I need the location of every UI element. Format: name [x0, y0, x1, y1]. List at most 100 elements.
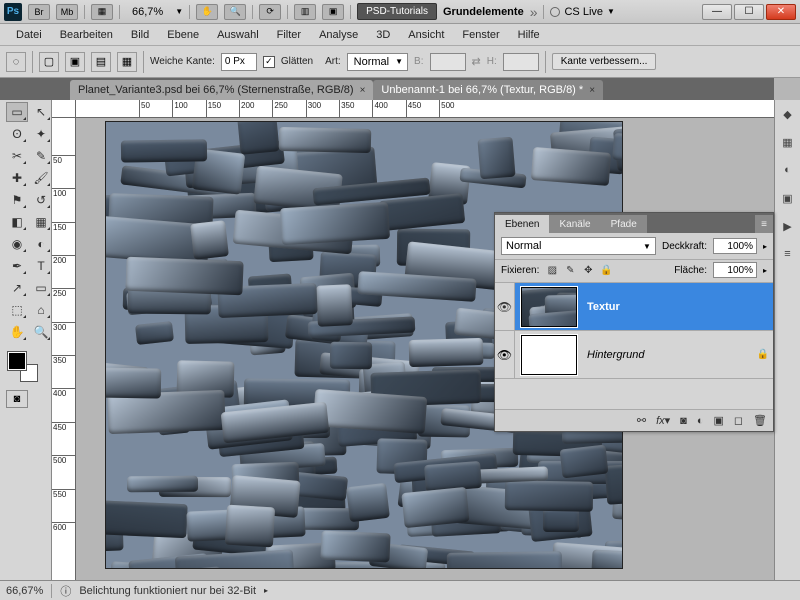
- sel-sub-icon[interactable]: ▤: [91, 52, 111, 72]
- heal-tool-icon[interactable]: ✚: [6, 168, 28, 188]
- history-brush-tool-icon[interactable]: ↺: [30, 190, 52, 210]
- minimize-button[interactable]: —: [702, 4, 732, 20]
- flyout-icon[interactable]: ▸: [763, 242, 767, 251]
- eyedropper-tool-icon[interactable]: ✎: [30, 146, 52, 166]
- cs-live-button[interactable]: CS Live ▼: [550, 6, 614, 18]
- zoom-tool-icon[interactable]: 🔍: [30, 322, 52, 342]
- ruler-vertical[interactable]: 50100150200250300350400450500550600: [52, 118, 76, 580]
- menu-hilfe[interactable]: Hilfe: [510, 27, 548, 43]
- actions-panel-icon[interactable]: ▶: [778, 216, 798, 236]
- screenmode-button[interactable]: ▣: [322, 4, 344, 20]
- menu-bearbeiten[interactable]: Bearbeiten: [52, 27, 121, 43]
- flyout-icon[interactable]: ▸: [763, 266, 767, 275]
- gradient-tool-icon[interactable]: ▦: [30, 212, 52, 232]
- layer-fx-icon[interactable]: fx▾: [656, 414, 670, 427]
- menu-analyse[interactable]: Analyse: [311, 27, 366, 43]
- rotate-button[interactable]: ⟳: [259, 4, 281, 20]
- lock-position-icon[interactable]: ✥: [581, 263, 595, 277]
- path-tool-icon[interactable]: ↗: [6, 278, 28, 298]
- dodge-tool-icon[interactable]: ◐: [30, 234, 52, 254]
- layer-name[interactable]: Textur: [583, 301, 773, 313]
- refine-edge-button[interactable]: Kante verbessern...: [552, 53, 657, 70]
- lock-pixels-icon[interactable]: ✎: [563, 263, 577, 277]
- group-icon[interactable]: ▣: [713, 414, 723, 427]
- layer-row-textur[interactable]: 👁 Textur: [495, 283, 773, 331]
- 3d-tool-icon[interactable]: ⬚: [6, 300, 28, 320]
- menu-3d[interactable]: 3D: [368, 27, 398, 43]
- swatches-panel-icon[interactable]: ▦: [778, 132, 798, 152]
- maximize-button[interactable]: ☐: [734, 4, 764, 20]
- styles-panel-icon[interactable]: ▣: [778, 188, 798, 208]
- document-tab-1[interactable]: Planet_Variante3.psd bei 66,7% (Sternens…: [70, 80, 373, 100]
- close-icon[interactable]: ×: [360, 85, 366, 96]
- menu-ebene[interactable]: Ebene: [159, 27, 207, 43]
- tab-pfade[interactable]: Pfade: [601, 215, 647, 233]
- quickselect-tool-icon[interactable]: ✦: [30, 124, 52, 144]
- zoom-button[interactable]: 🔍: [224, 4, 246, 20]
- quickmask-button[interactable]: ◙: [6, 390, 28, 408]
- layer-mask-icon[interactable]: ◙: [680, 415, 687, 427]
- document-tab-2[interactable]: Unbenannt-1 bei 66,7% (Textur, RGB/8) * …: [373, 80, 603, 100]
- link-layers-icon[interactable]: ⚯: [637, 414, 646, 427]
- antialias-checkbox[interactable]: ✓: [263, 56, 275, 68]
- current-tool-icon[interactable]: ◌: [6, 52, 26, 72]
- visibility-toggle-icon[interactable]: 👁: [495, 331, 515, 378]
- sel-add-icon[interactable]: ▣: [65, 52, 85, 72]
- history-panel-icon[interactable]: ≡: [778, 244, 798, 264]
- adjustments-panel-icon[interactable]: ◐: [778, 160, 798, 180]
- hand-tool-icon[interactable]: ✋: [6, 322, 28, 342]
- fill-input[interactable]: 100%: [713, 262, 757, 278]
- type-tool-icon[interactable]: T: [30, 256, 52, 276]
- zoom-level[interactable]: 66,7%: [126, 6, 169, 18]
- status-zoom[interactable]: 66,67%: [6, 585, 43, 597]
- sel-intersect-icon[interactable]: ▦: [117, 52, 137, 72]
- lock-all-icon[interactable]: 🔒: [599, 263, 613, 277]
- tab-ebenen[interactable]: Ebenen: [495, 215, 549, 233]
- info-icon[interactable]: ⓘ: [60, 583, 71, 599]
- menu-bild[interactable]: Bild: [123, 27, 157, 43]
- menu-ansicht[interactable]: Ansicht: [400, 27, 452, 43]
- new-layer-icon[interactable]: ◻: [734, 414, 743, 427]
- panel-menu-icon[interactable]: ≡: [755, 215, 773, 233]
- tab-kanale[interactable]: Kanäle: [549, 215, 600, 233]
- color-swatches[interactable]: [6, 350, 40, 384]
- opacity-input[interactable]: 100%: [713, 238, 757, 254]
- layer-thumbnail[interactable]: [521, 335, 577, 375]
- menu-filter[interactable]: Filter: [269, 27, 309, 43]
- ruler-origin[interactable]: [52, 100, 76, 118]
- stamp-tool-icon[interactable]: ⚑: [6, 190, 28, 210]
- menu-fenster[interactable]: Fenster: [454, 27, 507, 43]
- delete-layer-icon[interactable]: 🗑: [753, 414, 767, 427]
- bridge-button[interactable]: Br: [28, 4, 50, 20]
- blend-mode-select[interactable]: Normal ▼: [501, 237, 656, 255]
- ruler-horizontal[interactable]: 50100150200250300350400450500: [76, 100, 774, 118]
- visibility-toggle-icon[interactable]: 👁: [495, 283, 515, 330]
- crop-tool-icon[interactable]: ✂: [6, 146, 28, 166]
- blur-tool-icon[interactable]: ◉: [6, 234, 28, 254]
- close-button[interactable]: ✕: [766, 4, 796, 20]
- adjustment-layer-icon[interactable]: ◐: [697, 415, 704, 427]
- menu-datei[interactable]: Datei: [8, 27, 50, 43]
- psd-tutorials-button[interactable]: PSD-Tutorials: [357, 3, 437, 20]
- close-icon[interactable]: ×: [589, 85, 595, 96]
- layer-thumbnail[interactable]: [521, 287, 577, 327]
- color-panel-icon[interactable]: ◆: [778, 104, 798, 124]
- hand-button[interactable]: ✋: [196, 4, 218, 20]
- sel-new-icon[interactable]: ▢: [39, 52, 59, 72]
- 3dcam-tool-icon[interactable]: ⌂: [30, 300, 52, 320]
- feather-input[interactable]: 0 Px: [221, 53, 257, 71]
- marquee-tool-icon[interactable]: ▭: [6, 102, 28, 122]
- pen-tool-icon[interactable]: ✒: [6, 256, 28, 276]
- shape-tool-icon[interactable]: ▭: [30, 278, 52, 298]
- view-extras-button[interactable]: ▦: [91, 4, 113, 20]
- eraser-tool-icon[interactable]: ◧: [6, 212, 28, 232]
- chevron-down-icon[interactable]: ▼: [175, 7, 183, 16]
- lasso-tool-icon[interactable]: ʘ: [6, 124, 28, 144]
- move-tool-icon[interactable]: ↖: [30, 102, 52, 122]
- arrange-button[interactable]: ▥: [294, 4, 316, 20]
- style-select[interactable]: Normal▼: [347, 53, 408, 71]
- layer-name[interactable]: Hintergrund: [583, 349, 753, 361]
- brush-tool-icon[interactable]: 🖌: [30, 168, 52, 188]
- lock-transparent-icon[interactable]: ▨: [545, 263, 559, 277]
- menu-auswahl[interactable]: Auswahl: [209, 27, 267, 43]
